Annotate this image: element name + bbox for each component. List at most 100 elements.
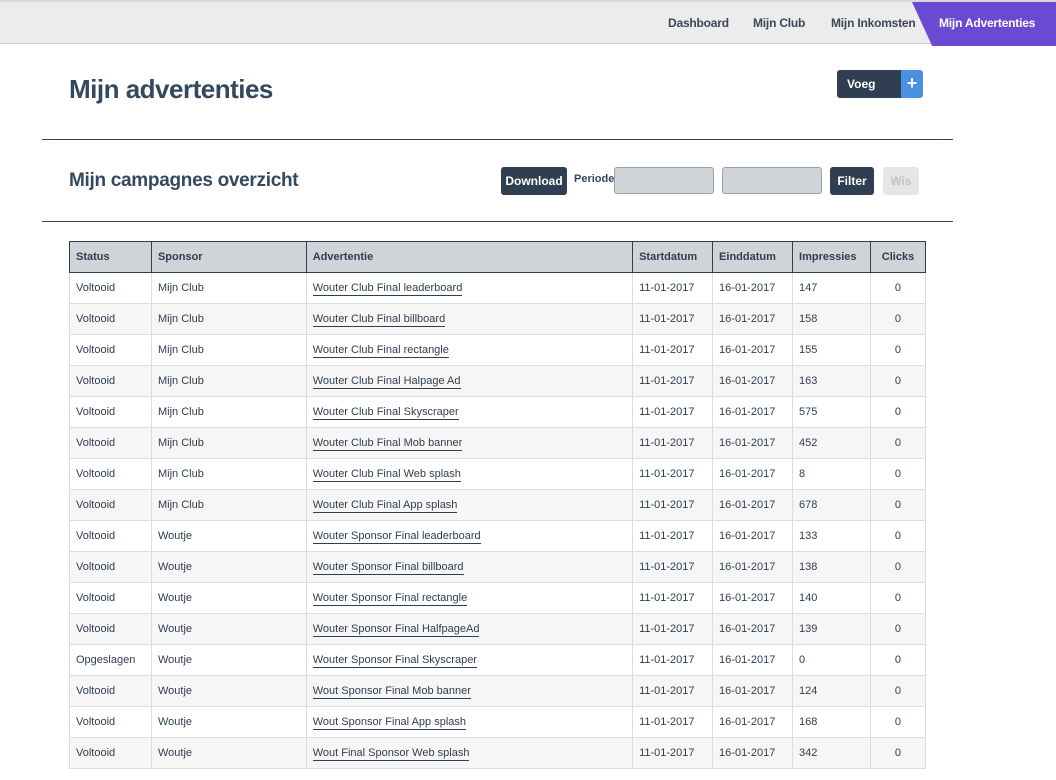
divider-bottom (42, 221, 953, 222)
clicks-cell: 0 (869, 613, 927, 645)
einddatum-cell: 16-01-2017 (712, 396, 794, 428)
campaigns-table: Status Sponsor Advertentie Startdatum Ei… (69, 241, 927, 769)
advertentie-cell: Wout Sponsor Final Mob banner (305, 675, 634, 707)
advertentie-cell: Wouter Club Final Web splash (305, 458, 634, 490)
einddatum-cell: 16-01-2017 (712, 737, 794, 769)
impressies-cell: 155 (792, 334, 871, 366)
nav-dashboard[interactable]: Dashboard (668, 2, 729, 44)
impressies-cell: 140 (792, 582, 871, 614)
impressies-cell: 163 (792, 365, 871, 397)
advertentie-cell: Wouter Sponsor Final rectangle (305, 582, 634, 614)
impressies-cell: 158 (792, 303, 871, 335)
status-cell: Voltooid (69, 675, 152, 707)
advertentie-cell: Wouter Sponsor Final HalfpageAd (305, 613, 634, 645)
col-impressies[interactable]: Impressies (792, 241, 871, 273)
col-status[interactable]: Status (69, 241, 152, 273)
impressies-cell: 139 (792, 613, 871, 645)
status-cell: Opgeslagen (69, 644, 152, 676)
startdatum-cell: 11-01-2017 (632, 613, 714, 645)
sponsor-cell: Mijn Club (150, 334, 307, 366)
top-navigation-bar: Dashboard Mijn Club Mijn Inkomsten Mijn … (0, 0, 1056, 46)
sponsor-cell: Mijn Club (150, 489, 307, 521)
advertentie-link[interactable]: Wouter Club Final Web splash (312, 468, 461, 482)
impressies-cell: 138 (792, 551, 871, 583)
download-button[interactable]: Download (501, 167, 567, 195)
status-cell: Voltooid (69, 396, 152, 428)
advertentie-link[interactable]: Wouter Club Final leaderboard (312, 282, 463, 296)
clicks-cell: 0 (869, 644, 927, 676)
sponsor-cell: Woutje (150, 582, 307, 614)
col-advertentie[interactable]: Advertentie (305, 241, 634, 273)
advertentie-link[interactable]: Wouter Club Final App splash (312, 499, 458, 513)
clicks-cell: 0 (869, 551, 927, 583)
einddatum-cell: 16-01-2017 (712, 489, 794, 521)
einddatum-cell: 16-01-2017 (712, 644, 794, 676)
status-cell: Voltooid (69, 706, 152, 738)
table-row: Voltooid Mijn Club Wouter Club Final Web s… (69, 458, 927, 490)
clicks-cell: 0 (869, 489, 927, 521)
advertentie-link[interactable]: Wouter Club Final Halpage Ad (312, 375, 461, 389)
table-row: Voltooid Mijn Club Wouter Club Final leade… (69, 272, 927, 304)
add-advertisement-button[interactable]: Voeg toe + (837, 70, 923, 119)
advertentie-link[interactable]: Wouter Club Final rectangle (312, 344, 449, 358)
status-cell: Voltooid (69, 303, 152, 335)
advertentie-link[interactable]: Wouter Sponsor Final HalfpageAd (312, 623, 480, 637)
einddatum-cell: 16-01-2017 (712, 613, 794, 645)
einddatum-cell: 16-01-2017 (712, 365, 794, 397)
startdatum-cell: 11-01-2017 (632, 582, 714, 614)
table-row: Voltooid Woutje Wout Sponsor Final App spl… (69, 706, 927, 738)
startdatum-cell: 11-01-2017 (632, 458, 714, 490)
einddatum-cell: 16-01-2017 (712, 582, 794, 614)
col-einddatum[interactable]: Einddatum (712, 241, 794, 273)
advertentie-link[interactable]: Wouter Club Final Skyscraper (312, 406, 459, 420)
status-cell: Voltooid (69, 520, 152, 552)
advertentie-link[interactable]: Wouter Sponsor Final Skyscraper (312, 654, 477, 668)
table-row: Voltooid Mijn Club Wouter Club Final billb… (69, 303, 927, 335)
advertentie-link[interactable]: Wouter Club Final billboard (312, 313, 446, 327)
advertentie-link[interactable]: Wout Final Sponsor Web splash (312, 747, 470, 761)
advertentie-link[interactable]: Wouter Sponsor Final rectangle (312, 592, 468, 606)
advertentie-cell: Wouter Club Final App splash (305, 489, 634, 521)
advertentie-link[interactable]: Wouter Club Final Mob banner (312, 437, 463, 451)
einddatum-cell: 16-01-2017 (712, 706, 794, 738)
col-startdatum[interactable]: Startdatum (632, 241, 714, 273)
clicks-cell: 0 (869, 582, 927, 614)
table-row: Voltooid Woutje Wout Sponsor Final Mob ban… (69, 675, 927, 707)
impressies-cell: 0 (792, 644, 871, 676)
startdatum-cell: 11-01-2017 (632, 303, 714, 335)
sponsor-cell: Mijn Club (150, 303, 307, 335)
sponsor-cell: Mijn Club (150, 458, 307, 490)
impressies-cell: 342 (792, 737, 871, 769)
advertentie-link[interactable]: Wout Sponsor Final Mob banner (312, 685, 471, 699)
clicks-cell: 0 (869, 458, 927, 490)
advertentie-cell: Wout Sponsor Final App splash (305, 706, 634, 738)
clear-button[interactable]: Wis (883, 167, 919, 195)
einddatum-cell: 16-01-2017 (712, 551, 794, 583)
table-row: Opgeslagen Woutje Wouter Sponsor Final Sky… (69, 644, 927, 676)
period-start-input[interactable] (614, 167, 714, 194)
page-title: Mijn advertenties (69, 74, 273, 104)
campaigns-title: Mijn campagnes overzicht (69, 170, 299, 191)
status-cell: Voltooid (69, 582, 152, 614)
nav-mijn-inkomsten[interactable]: Mijn Inkomsten (831, 2, 916, 44)
col-sponsor[interactable]: Sponsor (150, 241, 307, 273)
clicks-cell: 0 (869, 303, 927, 335)
advertentie-link[interactable]: Wouter Sponsor Final leaderboard (312, 530, 481, 544)
sponsor-cell: Woutje (150, 644, 307, 676)
col-clicks[interactable]: Clicks (869, 241, 927, 273)
impressies-cell: 575 (792, 396, 871, 428)
startdatum-cell: 11-01-2017 (632, 396, 714, 428)
status-cell: Voltooid (69, 613, 152, 645)
advertentie-link[interactable]: Wouter Sponsor Final billboard (312, 561, 464, 575)
nav-mijn-club[interactable]: Mijn Club (753, 2, 805, 44)
sponsor-cell: Mijn Club (150, 396, 307, 428)
table-row: Voltooid Woutje Wout Final Sponsor Web spl… (69, 737, 927, 769)
status-cell: Voltooid (69, 334, 152, 366)
divider-top (42, 139, 953, 140)
impressies-cell: 133 (792, 520, 871, 552)
startdatum-cell: 11-01-2017 (632, 334, 714, 366)
filter-button[interactable]: Filter (830, 167, 874, 195)
nav-mijn-advertenties[interactable]: Mijn Advertenties (939, 2, 1035, 44)
advertentie-link[interactable]: Wout Sponsor Final App splash (312, 716, 466, 730)
period-end-input[interactable] (722, 167, 822, 194)
